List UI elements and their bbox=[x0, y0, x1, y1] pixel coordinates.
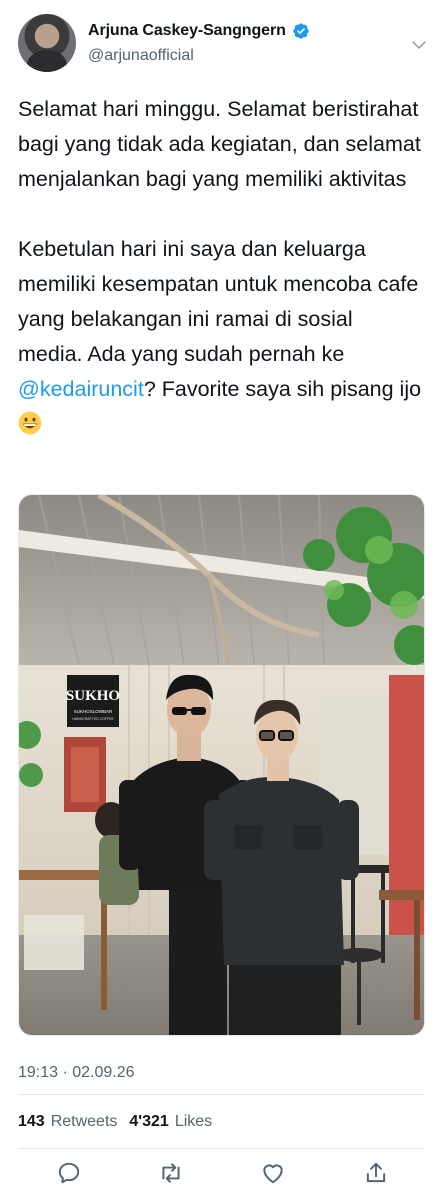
sign-text: SUKHO bbox=[66, 688, 120, 704]
display-name[interactable]: Arjuna Caskey-Sangngern bbox=[88, 22, 286, 40]
divider bbox=[18, 1148, 425, 1149]
name-row: Arjuna Caskey-Sangngern bbox=[88, 22, 310, 40]
retweet-icon[interactable] bbox=[158, 1160, 184, 1186]
tweet-actions bbox=[18, 1156, 425, 1190]
tweet-timestamp[interactable]: 19:13 · 02.09.26 bbox=[18, 1064, 135, 1082]
tweet-stats: 143 Retweets 4'321 Likes bbox=[18, 1113, 212, 1131]
tweet-text-segment: ? Favorite saya sih pisang ijo bbox=[143, 377, 422, 401]
sign-caption: HANDCRAFTED COFFEE bbox=[72, 717, 114, 721]
retweets-count[interactable]: 143 bbox=[18, 1113, 45, 1131]
tweet-text: Selamat hari minggu. Selamat beristiraha… bbox=[18, 92, 423, 442]
tweet-text-segment: Kebetulan hari ini saya dan keluarga mem… bbox=[18, 237, 419, 366]
tweet-photo[interactable]: SUKHO SUKHOSLOWBAR HANDCRAFTED COFFEE bbox=[18, 494, 425, 1036]
chevron-down-icon[interactable] bbox=[410, 36, 428, 54]
mention-link[interactable]: @kedairuncit bbox=[18, 377, 144, 401]
likes-label[interactable]: Likes bbox=[175, 1113, 212, 1131]
grinning-face-emoji-icon bbox=[18, 411, 42, 435]
share-icon[interactable] bbox=[363, 1160, 389, 1186]
tweet-paragraph: Selamat hari minggu. Selamat beristiraha… bbox=[18, 97, 421, 191]
verified-badge-icon bbox=[293, 23, 309, 39]
avatar[interactable] bbox=[18, 14, 76, 72]
tweet-header: Arjuna Caskey-Sangngern @arjunaofficial bbox=[18, 14, 428, 76]
like-icon[interactable] bbox=[260, 1160, 286, 1186]
sign-subtitle: SUKHOSLOWBAR bbox=[74, 709, 113, 714]
username-handle[interactable]: @arjunaofficial bbox=[88, 47, 194, 65]
tweet-paragraph: Kebetulan hari ini saya dan keluarga mem… bbox=[18, 232, 423, 442]
cafe-photo-illustration: SUKHO SUKHOSLOWBAR HANDCRAFTED COFFEE bbox=[19, 495, 424, 1035]
likes-count[interactable]: 4'321 bbox=[129, 1113, 168, 1131]
retweets-label[interactable]: Retweets bbox=[51, 1113, 118, 1131]
divider bbox=[18, 1094, 425, 1095]
reply-icon[interactable] bbox=[56, 1160, 82, 1186]
